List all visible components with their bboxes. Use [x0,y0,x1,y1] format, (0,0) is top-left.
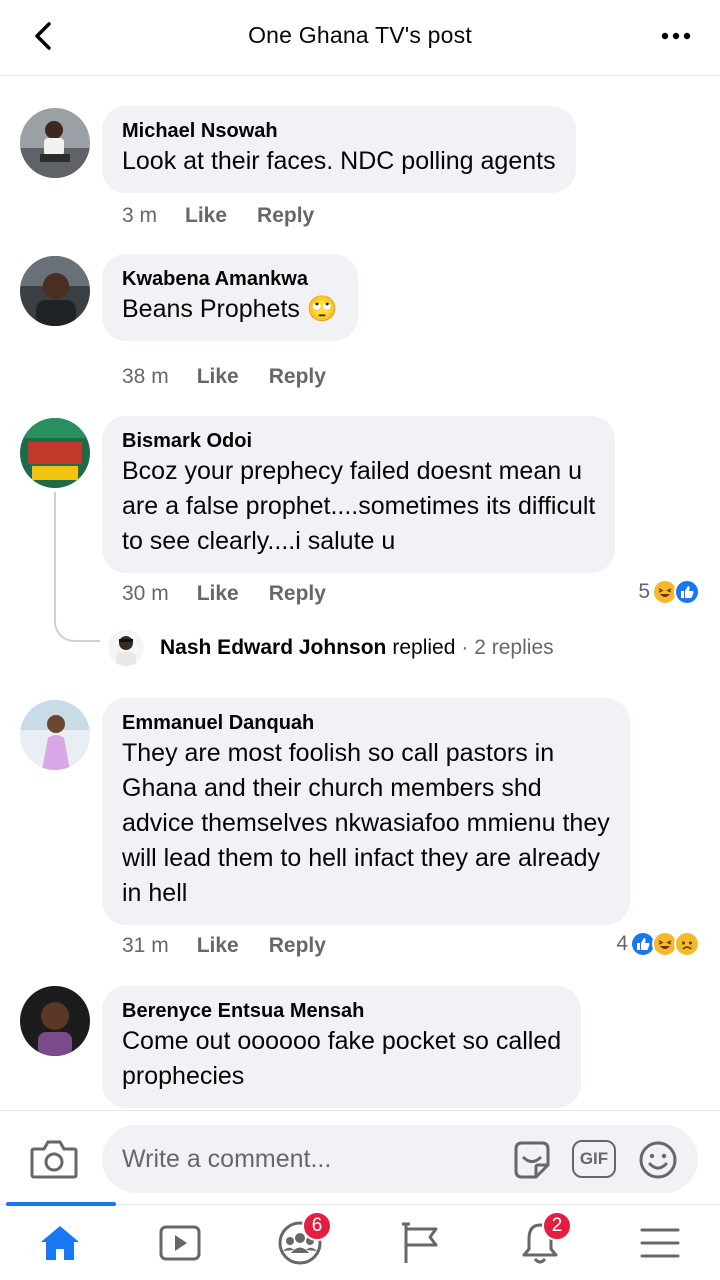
reply-button[interactable]: Reply [269,582,326,606]
comment-actions: 3 m Like Reply [122,204,314,228]
reaction-summary[interactable]: 5 [638,579,700,605]
tab-menu[interactable] [630,1219,690,1267]
comment-text-line: are a false prophet....sometimes its dif… [122,492,596,520]
comment-author[interactable]: Michael Nsowah [122,118,556,144]
groups-badge: 6 [302,1211,332,1241]
comment-actions: 31 m Like Reply [122,934,326,958]
page-title: One Ghana TV's post [248,22,472,48]
reaction-summary[interactable]: 4 [616,931,700,957]
comment-text-line: Bcoz your prephecy failed doesnt mean u [122,457,582,485]
comment-composer: GIF [0,1110,720,1204]
avatar[interactable] [20,256,90,326]
comment: Emmanuel Danquah They are most foolish s… [0,698,720,968]
comment-text-line: in hell [122,879,188,907]
comment-actions: 30 m Like Reply [122,582,326,606]
avatar[interactable] [20,418,90,488]
video-icon [159,1225,201,1261]
top-bar: One Ghana TV's post [0,0,720,76]
notifications-badge: 2 [542,1211,572,1241]
avatar[interactable] [20,986,90,1056]
avatar[interactable] [20,700,90,770]
tab-pages[interactable] [390,1219,450,1267]
comment-time: 3 m [122,204,158,227]
reaction-count: 4 [616,932,628,955]
tab-home[interactable] [30,1219,90,1267]
comment-author[interactable]: Bismark Odoi [122,428,595,454]
comment-author[interactable]: Berenyce Entsua Mensah [122,998,561,1024]
comment-input-wrap: GIF [102,1125,698,1193]
thread-line [54,492,56,622]
reaction-count: 5 [638,580,650,603]
like-button[interactable]: Like [185,204,227,228]
like-button[interactable]: Like [197,582,239,606]
tab-groups[interactable]: 6 [270,1211,332,1267]
gif-button[interactable]: GIF [572,1140,616,1178]
sticker-icon [514,1141,550,1179]
comment-bubble[interactable]: Berenyce Entsua Mensah Come out oooooo f… [102,986,582,1108]
active-tab-indicator [6,1202,116,1206]
comment-text-line: to see clearly....i salute u [122,527,396,555]
thread-connector [54,612,100,642]
reply-avatar [108,630,144,666]
emoji-icon [639,1141,677,1179]
comment-time: 31 m [122,934,169,957]
reply-count: · 2 replies [461,636,554,659]
comment-bubble[interactable]: Bismark Odoi Bcoz your prephecy failed d… [102,416,616,573]
home-icon [41,1226,79,1260]
reply-button[interactable]: Reply [269,365,326,389]
sticker-button[interactable] [510,1139,554,1181]
comment-bubble[interactable]: Emmanuel Danquah They are most foolish s… [102,698,630,925]
comment-actions: 38 m Like Reply [122,365,326,389]
comment-bubble[interactable]: Michael Nsowah Look at their faces. NDC … [102,106,576,193]
reply-button[interactable]: Reply [269,934,326,958]
more-options-button[interactable] [654,20,698,52]
tab-notifications[interactable]: 2 [510,1211,572,1267]
reply-author: Nash Edward Johnson [160,636,387,659]
comment: Kwabena Amankwa Beans Prophets 🙄 38 m Li… [0,254,720,394]
hamburger-menu-icon [640,1228,680,1258]
comment-time: 30 m [122,582,169,605]
comment: Bismark Odoi Bcoz your prephecy failed d… [0,416,720,676]
comment-time: 38 m [122,365,169,388]
reply-button[interactable]: Reply [257,204,314,228]
like-button[interactable]: Like [197,934,239,958]
emoji-button[interactable] [638,1140,678,1180]
comment-text-line: will lead them to hell infact they are a… [122,844,601,872]
comment-input[interactable] [122,1125,482,1193]
comment-bubble[interactable]: Kwabena Amankwa Beans Prophets 🙄 [102,254,358,341]
comment-author[interactable]: Emmanuel Danquah [122,710,610,736]
reply-verb: replied [392,636,456,659]
comment-text-line: advice themselves nkwasiafoo mmienu they [122,809,610,837]
comment-text-line: Ghana and their church members shd [122,774,542,802]
more-dots-icon [661,32,691,40]
comments-list: Michael Nsowah Look at their faces. NDC … [0,76,720,1110]
comment-text-line: They are most foolish so call pastors in [122,739,555,767]
comment-author[interactable]: Kwabena Amankwa [122,266,338,292]
comment-text-line: Come out oooooo fake pocket so called [122,1027,562,1055]
camera-button[interactable] [28,1137,80,1181]
avatar[interactable] [20,108,90,178]
like-button[interactable]: Like [197,365,239,389]
comment-text: Beans Prophets 🙄 [122,295,338,323]
camera-icon [30,1140,78,1179]
comment-text-line: prophecies [122,1062,245,1090]
comment-text: Look at their faces. NDC polling agents [122,147,556,175]
flag-icon [402,1222,438,1263]
tab-watch[interactable] [150,1219,210,1267]
view-replies-link[interactable]: Nash Edward Johnson replied · 2 replies [108,630,554,666]
bottom-navigation: 6 2 [0,1202,720,1280]
comment: Berenyce Entsua Mensah Come out oooooo f… [0,986,720,1110]
sad-reaction-icon [674,931,700,957]
comment: Michael Nsowah Look at their faces. NDC … [0,106,720,236]
like-reaction-icon [674,579,700,605]
